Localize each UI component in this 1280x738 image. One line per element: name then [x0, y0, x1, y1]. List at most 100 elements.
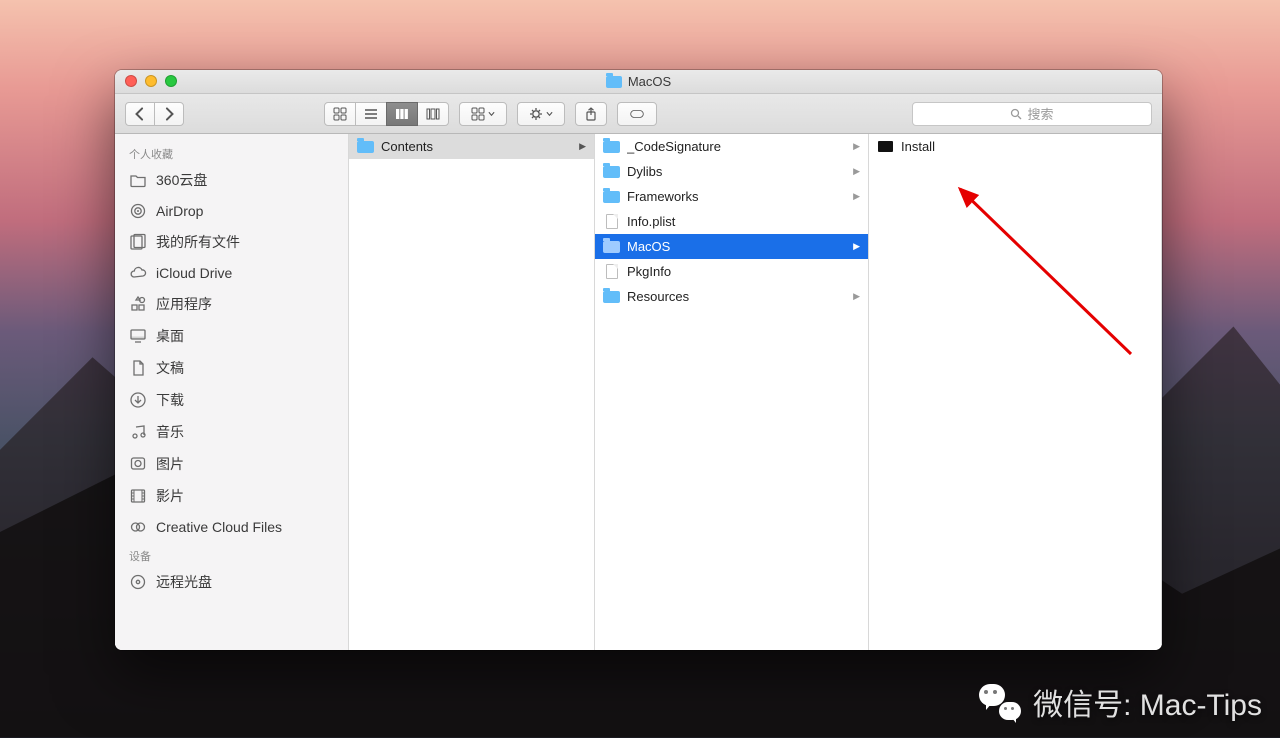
- view-icons-button[interactable]: [324, 102, 356, 126]
- file-row-label: PkgInfo: [627, 264, 860, 279]
- desktop-icon: [129, 327, 147, 345]
- sidebar-item-label: 360云盘: [156, 170, 207, 190]
- sidebar-item-label: 我的所有文件: [156, 232, 240, 252]
- file-row-label: Install: [901, 139, 1153, 154]
- share-button[interactable]: [575, 102, 607, 126]
- pictures-icon: [129, 455, 147, 473]
- columns-area: Contents▶_CodeSignature▶Dylibs▶Framework…: [349, 134, 1162, 650]
- sidebar-item-airdrop[interactable]: AirDrop: [115, 196, 348, 226]
- sidebar-item-disc[interactable]: 远程光盘: [115, 566, 348, 598]
- column-3: Install: [869, 134, 1162, 650]
- chevron-right-icon: ▶: [853, 241, 860, 252]
- sidebar-item-allfiles[interactable]: 我的所有文件: [115, 226, 348, 258]
- disc-icon: [129, 573, 147, 591]
- view-gallery-button[interactable]: [417, 102, 449, 126]
- chevron-right-icon: ▶: [853, 141, 860, 152]
- sidebar-item-label: iCloud Drive: [156, 265, 232, 281]
- file-row-label: Info.plist: [627, 214, 860, 229]
- sidebar-item-docs[interactable]: 文稿: [115, 352, 348, 384]
- search-placeholder: 搜索: [1027, 104, 1053, 123]
- finder-window: MacOS: [115, 70, 1162, 650]
- sidebar-item-label: 下载: [156, 390, 184, 410]
- chevron-right-icon: ▶: [853, 166, 860, 177]
- view-mode-segment: [324, 102, 449, 126]
- file-row[interactable]: Resources ▶: [595, 284, 868, 309]
- close-window-button[interactable]: [125, 75, 137, 87]
- watermark: 微信号: Mac-Tips: [979, 680, 1262, 724]
- chevron-right-icon: ▶: [853, 191, 860, 202]
- folder-icon: [357, 140, 374, 154]
- wechat-icon: [979, 684, 1021, 720]
- window-title: MacOS: [628, 74, 671, 89]
- forward-button[interactable]: [154, 102, 184, 126]
- sidebar-item-movies[interactable]: 影片: [115, 480, 348, 512]
- file-icon: [603, 265, 620, 279]
- search-field[interactable]: 搜索: [912, 102, 1152, 126]
- airdrop-icon: [129, 202, 147, 220]
- view-list-button[interactable]: [355, 102, 387, 126]
- cloud-icon: [129, 264, 147, 282]
- sidebar-item-label: Creative Cloud Files: [156, 519, 282, 535]
- sidebar-item-music[interactable]: 音乐: [115, 416, 348, 448]
- file-row-label: Contents: [381, 139, 572, 154]
- movies-icon: [129, 487, 147, 505]
- apps-icon: [129, 295, 147, 313]
- file-row-label: Frameworks: [627, 189, 846, 204]
- zoom-window-button[interactable]: [165, 75, 177, 87]
- chevron-right-icon: ▶: [853, 291, 860, 302]
- sidebar-item-label: 音乐: [156, 422, 184, 442]
- sidebar-item-label: 远程光盘: [156, 572, 212, 592]
- sidebar-item-label: 桌面: [156, 326, 184, 346]
- folder-icon: [603, 190, 620, 204]
- tags-button[interactable]: [617, 102, 657, 126]
- arrange-menu-button[interactable]: [459, 102, 507, 126]
- file-row-label: MacOS: [627, 239, 846, 254]
- sidebar-item-label: 图片: [156, 454, 184, 474]
- sidebar-item-pictures[interactable]: 图片: [115, 448, 348, 480]
- nav-segment: [125, 102, 184, 126]
- file-row[interactable]: PkgInfo: [595, 259, 868, 284]
- chevron-right-icon: ▶: [579, 141, 586, 152]
- sidebar-item-cc[interactable]: Creative Cloud Files: [115, 512, 348, 542]
- sidebar-item-label: 应用程序: [156, 294, 212, 314]
- file-row[interactable]: MacOS ▶: [595, 234, 868, 259]
- sidebar-section-header: 设备: [115, 542, 348, 566]
- sidebar-item-label: AirDrop: [156, 203, 203, 219]
- search-icon: [1010, 108, 1022, 120]
- file-icon: [603, 215, 620, 229]
- back-button[interactable]: [125, 102, 155, 126]
- sidebar-item-desktop[interactable]: 桌面: [115, 320, 348, 352]
- file-row[interactable]: Contents ▶: [349, 134, 594, 159]
- folder-icon: [603, 290, 620, 304]
- music-icon: [129, 423, 147, 441]
- docs-icon: [129, 359, 147, 377]
- sidebar-item-downloads[interactable]: 下载: [115, 384, 348, 416]
- toolbar: 搜索: [115, 94, 1162, 134]
- file-row[interactable]: Frameworks ▶: [595, 184, 868, 209]
- folder-icon: [603, 140, 620, 154]
- sidebar-section-header: 个人收藏: [115, 140, 348, 164]
- sidebar-item-cloud[interactable]: iCloud Drive: [115, 258, 348, 288]
- cc-icon: [129, 518, 147, 536]
- file-row[interactable]: Dylibs▶: [595, 159, 868, 184]
- action-menu-button[interactable]: [517, 102, 565, 126]
- column-1: Contents ▶: [349, 134, 595, 650]
- sidebar-item-label: 文稿: [156, 358, 184, 378]
- sidebar-item-folder[interactable]: 360云盘: [115, 164, 348, 196]
- folder-icon: [129, 171, 147, 189]
- file-row-label: Resources: [627, 289, 846, 304]
- file-row[interactable]: Install: [869, 134, 1161, 159]
- allfiles-icon: [129, 233, 147, 251]
- minimize-window-button[interactable]: [145, 75, 157, 87]
- file-row[interactable]: Info.plist: [595, 209, 868, 234]
- titlebar: MacOS: [115, 70, 1162, 94]
- sidebar-item-apps[interactable]: 应用程序: [115, 288, 348, 320]
- watermark-text: 微信号: Mac-Tips: [1033, 680, 1262, 724]
- view-columns-button[interactable]: [386, 102, 418, 126]
- file-row[interactable]: _CodeSignature ▶: [595, 134, 868, 159]
- file-row-label: _CodeSignature: [627, 139, 846, 154]
- folder-icon: [603, 165, 620, 179]
- title-folder-icon: [606, 76, 622, 88]
- column-2: _CodeSignature▶Dylibs▶Frameworks▶Info.pl…: [595, 134, 869, 650]
- sidebar: 个人收藏 360云盘 AirDrop 我的所有文件 iCloud Drive 应用程序桌面…: [115, 134, 349, 650]
